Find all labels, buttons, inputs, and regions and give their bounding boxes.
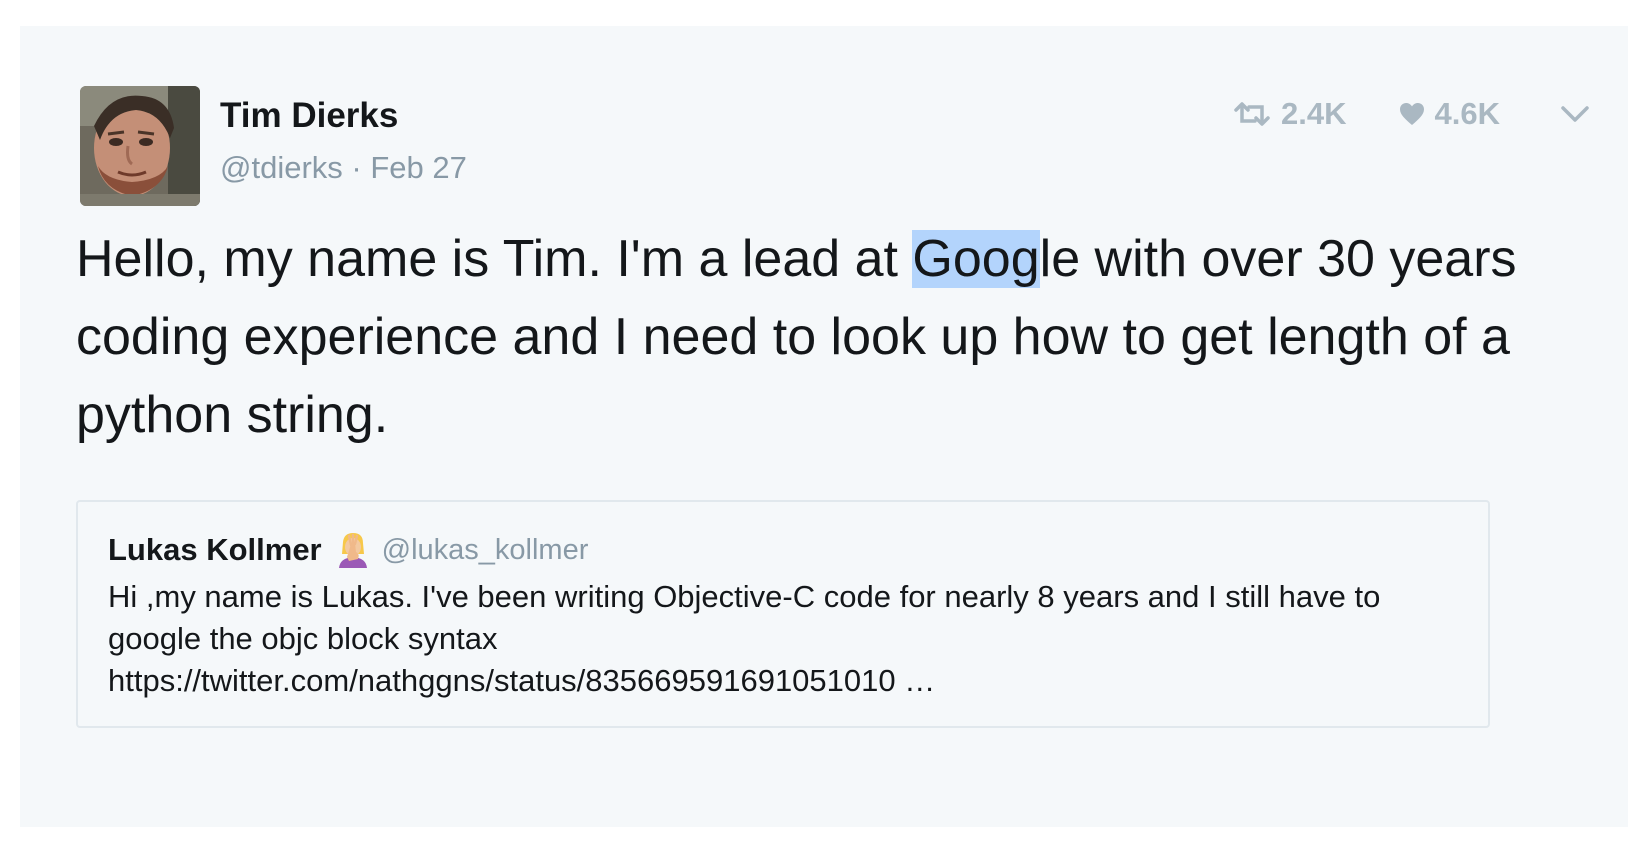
quoted-tweet-header: Lukas Kollmer @lukas_kollmer: [108, 532, 588, 568]
tweet-text: Hello, my name is Tim. I'm a lead at Goo…: [76, 220, 1546, 454]
quoted-author-name[interactable]: Lukas Kollmer: [108, 532, 322, 568]
more-options-button[interactable]: [1560, 105, 1590, 123]
text-selection-highlight: Goog: [912, 230, 1040, 288]
quoted-tweet[interactable]: Lukas Kollmer @lukas_kollmer Hi ,my name…: [76, 500, 1490, 728]
like-button[interactable]: 4.6K: [1399, 96, 1500, 132]
like-count: 4.6K: [1434, 96, 1500, 131]
avatar[interactable]: [80, 86, 200, 206]
facepalm-emoji: [336, 532, 370, 568]
author-name[interactable]: Tim Dierks: [220, 96, 398, 136]
avatar-photo: [80, 86, 200, 206]
quoted-tweet-text: Hi ,my name is Lukas. I've been writing …: [108, 576, 1478, 702]
tweet-card: Tim Dierks @tdierks · Feb 27 2.4K 4.6K H…: [20, 26, 1628, 827]
tweet-text-start: Hello, my name is Tim. I'm a lead at: [76, 230, 913, 288]
retweet-icon: [1234, 102, 1270, 126]
quoted-tweet-link[interactable]: https://twitter.com/nathggns/status/8356…: [108, 660, 1478, 702]
quoted-tweet-body: Hi ,my name is Lukas. I've been writing …: [108, 579, 1381, 656]
retweet-button[interactable]: 2.4K: [1233, 96, 1347, 132]
tweet-meta: @tdierks · Feb 27: [220, 150, 467, 186]
author-handle[interactable]: @tdierks: [220, 150, 343, 185]
tweet-date[interactable]: Feb 27: [370, 150, 467, 185]
chevron-down-icon: [1561, 106, 1589, 122]
meta-separator: ·: [351, 150, 362, 185]
quoted-author-handle[interactable]: @lukas_kollmer: [382, 534, 589, 567]
heart-icon: [1399, 103, 1424, 125]
tweet-stats: 2.4K 4.6K: [1233, 94, 1590, 134]
retweet-count: 2.4K: [1281, 96, 1347, 131]
